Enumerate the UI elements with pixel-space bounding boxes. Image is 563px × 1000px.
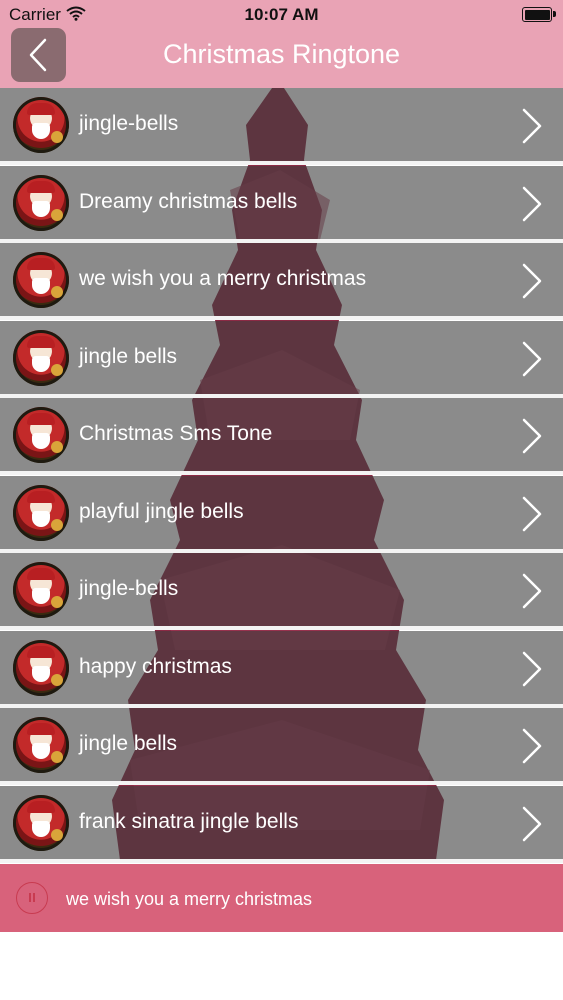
ringtone-item[interactable]: frank sinatra jingle bells: [0, 785, 563, 863]
ringtone-item[interactable]: jingle bells: [0, 320, 563, 398]
chevron-right-icon: [522, 651, 542, 686]
now-playing-title: we wish you a merry christmas: [66, 889, 313, 909]
santa-avatar: [13, 717, 69, 773]
santa-avatar: [13, 794, 69, 851]
battery-icon: [522, 7, 556, 22]
ringtone-label: Christmas Sms Tone: [79, 422, 273, 445]
chevron-right-icon: [522, 108, 542, 144]
santa-avatar: [13, 252, 69, 308]
ringtone-item[interactable]: playful jingle bells: [0, 475, 563, 553]
chevron-right-icon: [522, 418, 542, 454]
ringtone-item[interactable]: jingle-bells: [0, 88, 563, 165]
chevron-right-icon: [522, 186, 542, 221]
ringtone-label: jingle-bells: [79, 577, 179, 600]
ringtone-label: jingle bells: [79, 732, 178, 755]
ringtone-item[interactable]: we wish you a merry christmas: [0, 243, 563, 320]
ringtone-item[interactable]: jingle bells: [0, 708, 563, 785]
ringtone-label: Dreamy christmas bells: [79, 189, 298, 213]
santa-avatar: [13, 329, 69, 386]
santa-avatar: [13, 562, 69, 618]
santa-avatar: [13, 97, 69, 153]
chevron-right-icon: [522, 341, 542, 376]
chevron-right-icon: [522, 728, 542, 764]
ringtone-label: jingle-bells: [79, 112, 179, 135]
ringtone-label: happy christmas: [79, 654, 232, 678]
now-playing-bar: we wish you a merry christmas: [0, 864, 563, 932]
ringtone-label: playful jingle bells: [79, 499, 244, 523]
santa-avatar: [13, 174, 69, 231]
status-bar: Carrier 10:07 AM: [0, 0, 563, 30]
ringtone-label: jingle bells: [79, 344, 178, 368]
pause-button[interactable]: [16, 882, 48, 914]
bottom-blank-area: [0, 932, 563, 1000]
app-screen: Carrier 10:07 AM Christmas Ringtone jing…: [0, 0, 563, 1000]
chevron-right-icon: [522, 573, 542, 609]
ringtone-label: frank sinatra jingle bells: [79, 809, 299, 833]
ringtone-item[interactable]: happy christmas: [0, 630, 563, 708]
ringtone-list: jingle-bells Dreamy christmas bells we w…: [0, 88, 563, 863]
chevron-right-icon: [522, 263, 542, 299]
santa-avatar: [13, 639, 69, 696]
ringtone-label: we wish you a merry christmas: [79, 267, 367, 290]
ringtone-item[interactable]: jingle-bells: [0, 553, 563, 630]
ringtone-item[interactable]: Christmas Sms Tone: [0, 398, 563, 475]
santa-avatar: [13, 407, 69, 463]
status-time: 10:07 AM: [244, 5, 319, 24]
ringtone-item[interactable]: Dreamy christmas bells: [0, 165, 563, 243]
page-title: Christmas Ringtone: [162, 39, 401, 69]
santa-avatar: [13, 484, 69, 541]
chevron-right-icon: [522, 496, 542, 531]
navigation-bar: Carrier 10:07 AM Christmas Ringtone: [0, 0, 563, 88]
chevron-right-icon: [522, 806, 542, 841]
